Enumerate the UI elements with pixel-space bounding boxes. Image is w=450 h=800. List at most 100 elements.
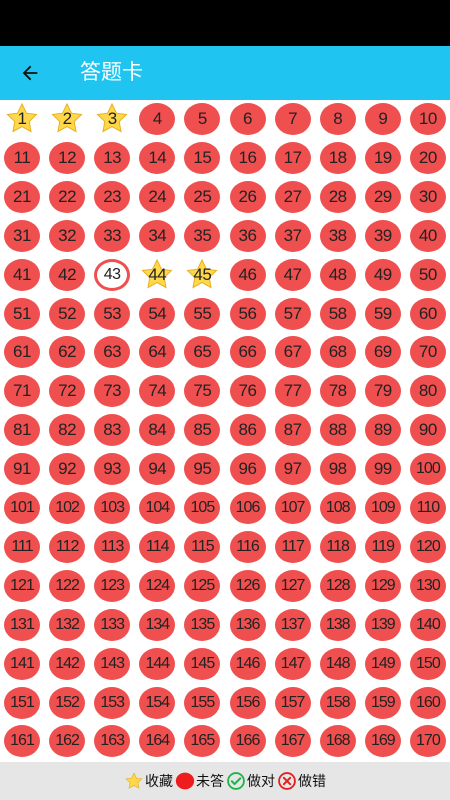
question-170-button[interactable]: 170: [409, 725, 446, 758]
question-147-button[interactable]: 147: [274, 647, 311, 680]
question-166-button[interactable]: 166: [229, 725, 266, 758]
question-16-button[interactable]: 16: [229, 141, 266, 174]
question-85-button[interactable]: 85: [184, 414, 221, 447]
question-83-button[interactable]: 83: [94, 414, 131, 447]
question-13-button[interactable]: 13: [94, 141, 131, 174]
question-152-button[interactable]: 152: [49, 686, 86, 719]
question-77-button[interactable]: 77: [274, 375, 311, 408]
question-8-button[interactable]: 8: [319, 103, 356, 135]
question-20-button[interactable]: 20: [409, 141, 446, 174]
question-15-button[interactable]: 15: [184, 141, 221, 174]
question-70-button[interactable]: 70: [409, 336, 446, 369]
question-54-button[interactable]: 54: [139, 297, 176, 330]
question-96-button[interactable]: 96: [229, 453, 266, 486]
question-103-button[interactable]: 103: [94, 492, 131, 524]
question-61-button[interactable]: 61: [4, 336, 40, 369]
question-131-button[interactable]: 131: [4, 608, 40, 641]
question-137-button[interactable]: 137: [274, 608, 311, 641]
question-136-button[interactable]: 136: [229, 608, 266, 641]
question-48-button[interactable]: 48: [319, 258, 356, 291]
question-154-button[interactable]: 154: [139, 686, 176, 719]
question-121-button[interactable]: 121: [4, 569, 40, 602]
question-119-button[interactable]: 119: [364, 530, 401, 563]
question-117-button[interactable]: 117: [274, 530, 311, 563]
question-164-button[interactable]: 164: [139, 725, 176, 758]
question-106-button[interactable]: 106: [229, 492, 266, 524]
question-68-button[interactable]: 68: [319, 336, 356, 369]
question-156-button[interactable]: 156: [229, 686, 266, 719]
question-92-button[interactable]: 92: [49, 453, 86, 486]
question-73-button[interactable]: 73: [94, 375, 131, 408]
question-37-button[interactable]: 37: [274, 219, 311, 252]
question-158-button[interactable]: 158: [319, 686, 356, 719]
question-165-button[interactable]: 165: [184, 725, 221, 758]
question-108-button[interactable]: 108: [319, 492, 356, 524]
question-24-button[interactable]: 24: [139, 180, 176, 213]
question-93-button[interactable]: 93: [94, 453, 131, 486]
question-120-button[interactable]: 120: [409, 530, 446, 563]
question-135-button[interactable]: 135: [184, 608, 221, 641]
question-31-button[interactable]: 31: [4, 219, 40, 252]
question-58-button[interactable]: 58: [319, 297, 356, 330]
question-26-button[interactable]: 26: [229, 180, 266, 213]
question-22-button[interactable]: 22: [49, 180, 86, 213]
question-115-button[interactable]: 115: [184, 530, 221, 563]
question-44-button[interactable]: 44: [139, 258, 175, 291]
question-118-button[interactable]: 118: [319, 530, 356, 563]
question-63-button[interactable]: 63: [94, 336, 131, 369]
question-168-button[interactable]: 168: [319, 725, 356, 758]
question-38-button[interactable]: 38: [319, 219, 356, 252]
question-4-button[interactable]: 4: [139, 103, 176, 135]
question-130-button[interactable]: 130: [409, 569, 446, 602]
question-101-button[interactable]: 101: [4, 492, 40, 524]
question-82-button[interactable]: 82: [49, 414, 86, 447]
question-169-button[interactable]: 169: [364, 725, 401, 758]
question-33-button[interactable]: 33: [94, 219, 131, 252]
question-79-button[interactable]: 79: [364, 375, 401, 408]
question-90-button[interactable]: 90: [409, 414, 446, 447]
question-162-button[interactable]: 162: [49, 725, 86, 758]
question-97-button[interactable]: 97: [274, 453, 311, 486]
question-159-button[interactable]: 159: [364, 686, 401, 719]
question-62-button[interactable]: 62: [49, 336, 86, 369]
question-42-button[interactable]: 42: [49, 258, 86, 291]
question-60-button[interactable]: 60: [409, 297, 446, 330]
back-button[interactable]: [14, 57, 46, 89]
question-116-button[interactable]: 116: [229, 530, 266, 563]
question-153-button[interactable]: 153: [94, 686, 131, 719]
question-80-button[interactable]: 80: [409, 375, 446, 408]
question-52-button[interactable]: 52: [49, 297, 86, 330]
question-69-button[interactable]: 69: [364, 336, 401, 369]
question-127-button[interactable]: 127: [274, 569, 311, 602]
question-28-button[interactable]: 28: [319, 180, 356, 213]
question-155-button[interactable]: 155: [184, 686, 221, 719]
question-40-button[interactable]: 40: [409, 219, 446, 252]
question-150-button[interactable]: 150: [409, 647, 446, 680]
question-56-button[interactable]: 56: [229, 297, 266, 330]
question-14-button[interactable]: 14: [139, 141, 176, 174]
question-134-button[interactable]: 134: [139, 608, 176, 641]
question-67-button[interactable]: 67: [274, 336, 311, 369]
question-53-button[interactable]: 53: [94, 297, 131, 330]
question-74-button[interactable]: 74: [139, 375, 176, 408]
question-141-button[interactable]: 141: [4, 647, 40, 680]
question-12-button[interactable]: 12: [49, 141, 86, 174]
question-25-button[interactable]: 25: [184, 180, 221, 213]
question-157-button[interactable]: 157: [274, 686, 311, 719]
question-66-button[interactable]: 66: [229, 336, 266, 369]
question-139-button[interactable]: 139: [364, 608, 401, 641]
question-57-button[interactable]: 57: [274, 297, 311, 330]
question-7-button[interactable]: 7: [274, 103, 311, 135]
question-102-button[interactable]: 102: [49, 492, 86, 524]
question-110-button[interactable]: 110: [409, 492, 446, 524]
question-9-button[interactable]: 9: [364, 103, 401, 135]
question-81-button[interactable]: 81: [4, 414, 40, 447]
question-140-button[interactable]: 140: [409, 608, 446, 641]
question-146-button[interactable]: 146: [229, 647, 266, 680]
question-84-button[interactable]: 84: [139, 414, 176, 447]
question-29-button[interactable]: 29: [364, 180, 401, 213]
question-143-button[interactable]: 143: [94, 647, 131, 680]
question-98-button[interactable]: 98: [319, 453, 356, 486]
question-95-button[interactable]: 95: [184, 453, 221, 486]
question-76-button[interactable]: 76: [229, 375, 266, 408]
